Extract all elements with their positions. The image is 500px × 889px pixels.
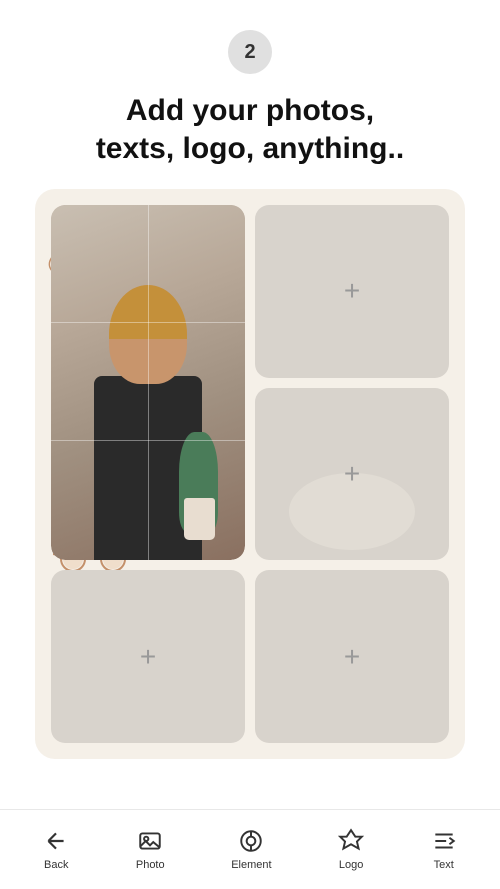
add-icon: + xyxy=(140,641,156,673)
mid-right-cell[interactable]: + xyxy=(255,388,449,561)
add-icon: + xyxy=(344,275,360,307)
photo-placeholder xyxy=(51,205,245,560)
photo-grid: + + + + xyxy=(51,205,449,743)
nav-element[interactable]: Element xyxy=(217,820,285,879)
nav-back[interactable]: Back xyxy=(29,820,83,879)
person-figure xyxy=(70,276,225,560)
nav-text[interactable]: Text xyxy=(417,820,471,879)
back-label: Back xyxy=(44,859,68,871)
text-icon xyxy=(431,828,457,854)
add-icon: + xyxy=(344,458,360,490)
nav-photo[interactable]: Photo xyxy=(122,820,179,879)
headline: Add your photos, texts, logo, anything.. xyxy=(66,92,434,167)
figure-hair xyxy=(109,285,187,340)
nav-logo[interactable]: Logo xyxy=(324,820,378,879)
canvas-area: dazzle xyxy=(35,189,465,759)
back-arrow-icon xyxy=(43,828,69,854)
add-icon: + xyxy=(344,641,360,673)
photo-icon xyxy=(137,828,163,854)
photo-label: Photo xyxy=(136,859,165,871)
bot-right-cell[interactable]: + xyxy=(255,570,449,743)
element-icon xyxy=(238,828,264,854)
figure-head xyxy=(109,285,187,384)
figure-pot xyxy=(184,498,215,541)
main-photo-cell[interactable] xyxy=(51,205,245,560)
logo-icon xyxy=(338,828,364,854)
headline-line2: texts, logo, anything.. xyxy=(96,132,404,165)
headline-line1: Add your photos, xyxy=(126,94,374,127)
bot-left-cell[interactable]: + xyxy=(51,570,245,743)
text-label: Text xyxy=(434,859,454,871)
bottom-nav: Back Photo Element Logo Text xyxy=(0,809,500,889)
step-indicator: 2 xyxy=(228,30,272,74)
element-label: Element xyxy=(231,859,271,871)
logo-label: Logo xyxy=(339,859,363,871)
top-right-cell[interactable]: + xyxy=(255,205,449,378)
step-number: 2 xyxy=(244,41,255,64)
